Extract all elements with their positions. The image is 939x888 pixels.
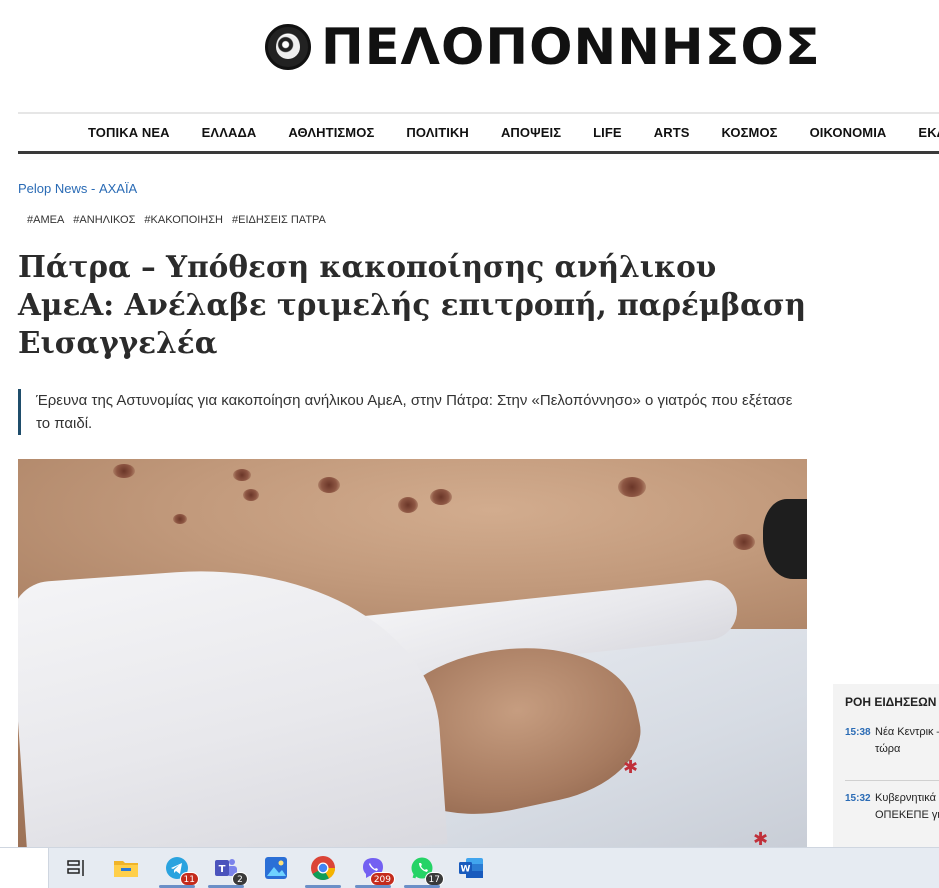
photo-mark: [430, 489, 452, 505]
photo-mark: [233, 469, 251, 481]
article-lead: Έρευνα της Αστυνομίας για κακοποίηση ανή…: [18, 389, 808, 435]
telegram-badge: 11: [179, 872, 199, 886]
news-feed-time: 15:38: [845, 727, 871, 738]
breadcrumb-home-link[interactable]: Pelop News: [18, 181, 87, 196]
news-feed: ΡΟΗ ΕΙΔΗΣΕΩΝ 15:38 Νέα Κεντρικ – Σοφία Σ…: [833, 684, 939, 854]
nav-item-life[interactable]: LIFE: [593, 125, 622, 140]
photo-mark: [733, 534, 755, 550]
nav-item-greece[interactable]: ΕΛΛΑΔΑ: [202, 125, 257, 140]
tag-link[interactable]: #ΚΑΚΟΠΟΙΗΣΗ: [144, 214, 223, 226]
article-photo: ✱ ✱: [18, 459, 807, 851]
tag-link[interactable]: #ΑΝΗΛΙΚΟΣ: [73, 214, 135, 226]
photo-pattern-star: ✱: [623, 757, 639, 777]
nav-item-arts[interactable]: ARTS: [654, 125, 690, 140]
task-view-icon[interactable]: [62, 854, 90, 882]
logo-text: ΠΕΛΟΠΟΝΝΗΣΟΣ: [321, 18, 821, 76]
main-nav: ΤΟΠΙΚΑ ΝΕΑ ΕΛΛΑΔΑ ΑΘΛΗΤΙΣΜΟΣ ΠΟΛΙΤΙΚΗ ΑΠ…: [18, 114, 939, 154]
photo-mark: [243, 489, 259, 501]
tag-link[interactable]: #ΕΙΔΗΣΕΙΣ ΠΑΤΡΑ: [232, 214, 326, 226]
news-feed-title: ΡΟΗ ΕΙΔΗΣΕΩΝ: [845, 695, 937, 709]
nav-item-politics[interactable]: ΠΟΛΙΤΙΚΗ: [406, 125, 469, 140]
nav-item-world[interactable]: ΚΟΣΜΟΣ: [722, 125, 778, 140]
whatsapp-badge: 17: [424, 872, 444, 886]
nav-item-local-news[interactable]: ΤΟΠΙΚΑ ΝΕΑ: [88, 125, 170, 140]
taskbar-search-box[interactable]: [0, 848, 49, 888]
photo-mark: [398, 497, 418, 513]
breadcrumb: Pelop News - ΑΧΑΪΑ: [18, 181, 137, 196]
file-explorer-icon[interactable]: [112, 854, 140, 882]
nav-item-opinions[interactable]: ΑΠΟΨΕΙΣ: [501, 125, 561, 140]
article-headline: Πάτρα – Υπόθεση κακοποίησης ανήλικου Αμε…: [18, 249, 807, 360]
photo-mark: [318, 477, 340, 493]
news-feed-headline[interactable]: Νέα Κεντρικ – Σοφία Σιδέ ξεκινά τώρα: [875, 724, 939, 758]
breadcrumb-separator: -: [87, 181, 99, 196]
viber-badge: 209: [369, 872, 395, 886]
viber-icon[interactable]: 209: [355, 854, 395, 888]
photos-icon[interactable]: [262, 854, 290, 882]
masthead: ΠΕΛΟΠΟΝΝΗΣΟΣ: [0, 0, 939, 112]
whatsapp-icon[interactable]: 17: [404, 854, 444, 888]
taskbar: 11 T 2 209 17 W: [0, 847, 939, 888]
photo-mark: [173, 514, 187, 524]
site-logo[interactable]: ΠΕΛΟΠΟΝΝΗΣΟΣ: [265, 22, 820, 72]
svg-text:W: W: [461, 865, 471, 875]
telegram-icon[interactable]: 11: [159, 854, 199, 888]
chrome-icon[interactable]: [305, 854, 341, 888]
teams-badge: 2: [232, 872, 248, 886]
teams-icon[interactable]: T 2: [208, 854, 248, 888]
logo-seal-icon: [265, 24, 311, 70]
tag-link[interactable]: #ΑΜΕΑ: [27, 214, 64, 226]
word-icon[interactable]: W: [457, 854, 485, 882]
nav-item-sports[interactable]: ΑΘΛΗΤΙΣΜΟΣ: [288, 125, 374, 140]
svg-text:T: T: [219, 864, 226, 875]
photo-mark: [618, 477, 646, 497]
tag-list: #ΑΜΕΑ #ΑΝΗΛΙΚΟΣ #ΚΑΚΟΠΟΙΗΣΗ #ΕΙΔΗΣΕΙΣ ΠΑ…: [27, 214, 335, 226]
photo-mark: [113, 464, 135, 478]
breadcrumb-section-link[interactable]: ΑΧΑΪΑ: [99, 181, 137, 196]
nav-item-events[interactable]: ΕΚΔ: [918, 125, 939, 140]
news-feed-divider: [845, 780, 939, 781]
news-feed-headline[interactable]: Κυβερνητικά ΠΑΣΟΚ: Οι τ ΟΠΕΚΕΠΕ γι: [875, 790, 939, 824]
nav-item-economy[interactable]: ΟΙΚΟΝΟΜΙΑ: [810, 125, 887, 140]
news-feed-time: 15:32: [845, 793, 871, 804]
